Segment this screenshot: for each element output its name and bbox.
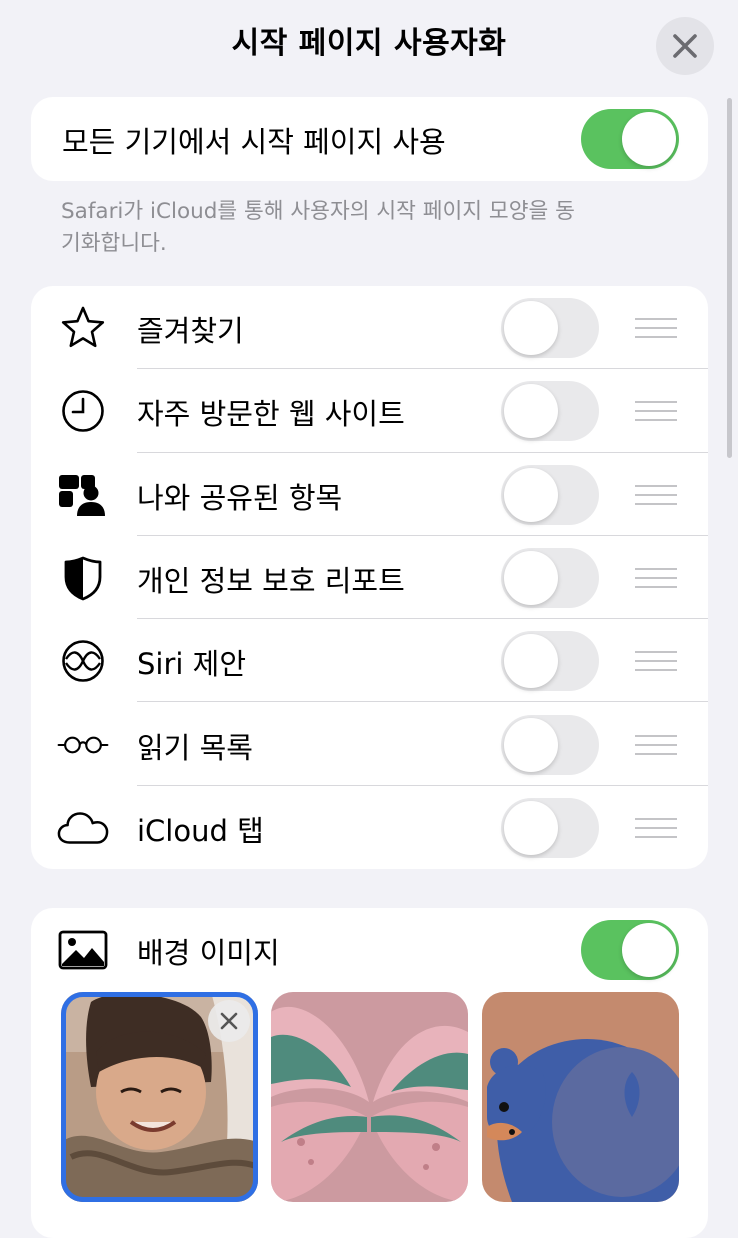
section-label: 나와 공유된 항목 bbox=[137, 480, 343, 515]
reorder-handle-icon[interactable] bbox=[635, 734, 677, 755]
close-button[interactable] bbox=[656, 17, 714, 75]
sync-card: 모든 기기에서 시작 페이지 사용 bbox=[31, 97, 708, 181]
toggle-knob bbox=[504, 467, 558, 522]
glasses-icon bbox=[57, 720, 109, 770]
toggle-knob bbox=[622, 923, 676, 977]
background-thumbnail-photo[interactable] bbox=[61, 992, 258, 1202]
photo-icon bbox=[57, 925, 109, 975]
section-toggle[interactable] bbox=[501, 547, 599, 608]
section-row-favorites[interactable]: 즐겨찾기 bbox=[31, 286, 708, 370]
section-toggle[interactable] bbox=[501, 298, 599, 358]
toggle-knob bbox=[504, 634, 558, 689]
section-toggle[interactable] bbox=[501, 464, 599, 525]
background-label: 배경 이미지 bbox=[137, 936, 280, 970]
close-icon bbox=[220, 1012, 238, 1030]
section-toggle[interactable] bbox=[501, 797, 599, 858]
section-label: 즐겨찾기 bbox=[137, 314, 244, 348]
background-row: 배경 이미지 bbox=[31, 908, 708, 992]
scrollbar[interactable] bbox=[727, 98, 732, 458]
background-toggle[interactable] bbox=[581, 920, 679, 980]
section-row-privacy-report[interactable]: 개인 정보 보호 리포트 bbox=[31, 536, 708, 620]
toggle-knob bbox=[622, 112, 676, 166]
background-thumbnail-butterfly[interactable] bbox=[271, 992, 468, 1202]
page-title: 시작 페이지 사용자화 bbox=[231, 26, 507, 61]
reorder-handle-icon[interactable] bbox=[635, 817, 677, 838]
section-row-icloud-tabs[interactable]: iCloud 탭 bbox=[31, 786, 708, 869]
reorder-handle-icon[interactable] bbox=[635, 484, 677, 505]
sync-footnote: Safari가 iCloud를 통해 사용자의 시작 페이지 모양을 동기화합니… bbox=[61, 199, 575, 256]
section-toggle[interactable] bbox=[501, 381, 599, 442]
sections-card: 즐겨찾기 자주 방문한 웹 사이트 나와 공유된 항목 개인 정보 보호 리포트… bbox=[31, 286, 708, 869]
section-row-shared-with-you[interactable]: 나와 공유된 항목 bbox=[31, 453, 708, 536]
toggle-knob bbox=[504, 384, 558, 439]
section-label: Siri 제안 bbox=[137, 647, 247, 682]
section-toggle[interactable] bbox=[501, 631, 599, 692]
remove-photo-button[interactable] bbox=[208, 1000, 250, 1042]
reorder-handle-icon[interactable] bbox=[635, 651, 677, 672]
clock-icon bbox=[57, 386, 109, 436]
section-toggle[interactable] bbox=[501, 714, 599, 775]
toggle-knob bbox=[504, 301, 558, 355]
section-label: 자주 방문한 웹 사이트 bbox=[137, 397, 405, 432]
shield-icon bbox=[57, 553, 109, 603]
background-thumbnail-bear[interactable] bbox=[482, 992, 679, 1202]
reorder-handle-icon[interactable] bbox=[635, 401, 677, 422]
section-label: 개인 정보 보호 리포트 bbox=[137, 563, 405, 598]
section-label: 읽기 목록 bbox=[137, 730, 253, 765]
section-row-siri-suggestions[interactable]: Siri 제안 bbox=[31, 619, 708, 703]
sync-toggle[interactable] bbox=[581, 109, 679, 169]
star-icon bbox=[57, 303, 109, 353]
reorder-handle-icon[interactable] bbox=[635, 318, 677, 338]
sync-label: 모든 기기에서 시작 페이지 사용 bbox=[62, 125, 446, 159]
toggle-knob bbox=[504, 800, 558, 855]
cloud-icon bbox=[57, 803, 109, 853]
siri-icon bbox=[57, 636, 109, 686]
section-label: iCloud 탭 bbox=[137, 813, 264, 848]
reorder-handle-icon[interactable] bbox=[635, 567, 677, 588]
toggle-knob bbox=[504, 550, 558, 605]
close-icon bbox=[673, 34, 697, 58]
background-card: 배경 이미지 bbox=[31, 908, 708, 1238]
shared-people-icon bbox=[57, 470, 109, 520]
section-row-reading-list[interactable]: 읽기 목록 bbox=[31, 703, 708, 786]
toggle-knob bbox=[504, 717, 558, 772]
section-row-frequently-visited[interactable]: 자주 방문한 웹 사이트 bbox=[31, 369, 708, 453]
